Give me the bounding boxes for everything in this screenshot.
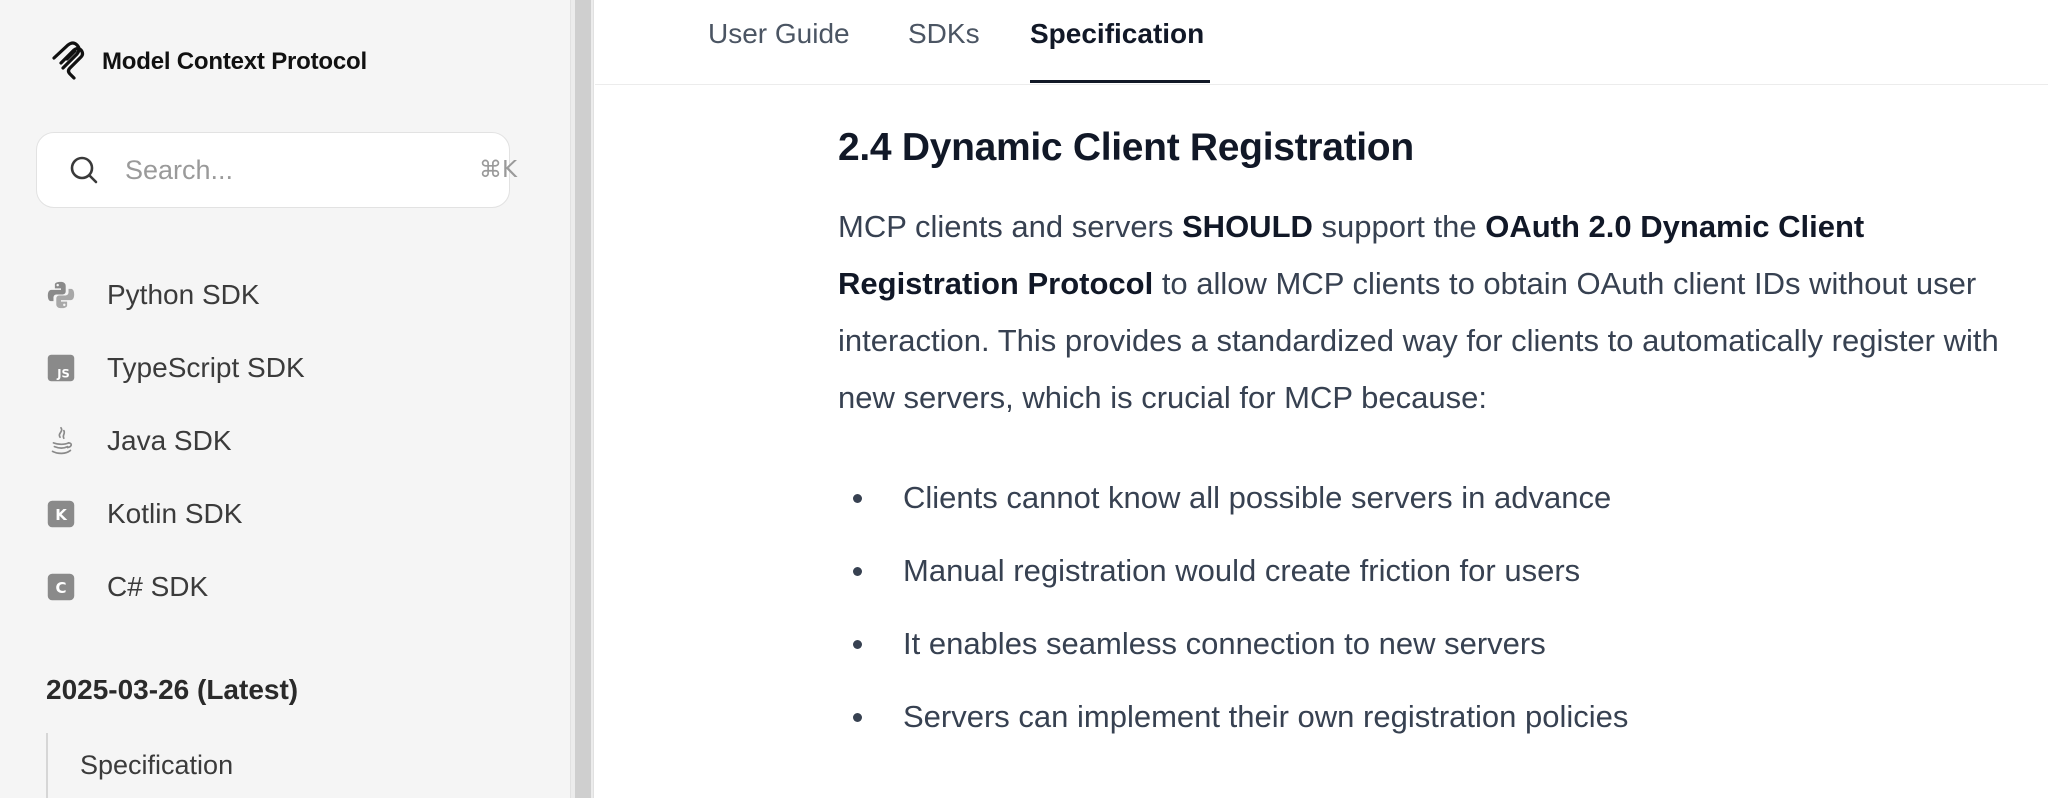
sidebar-item-typescript-sdk[interactable]: JS TypeScript SDK xyxy=(44,331,305,404)
search-box[interactable]: ⌘K xyxy=(36,132,517,208)
search-shortcut: ⌘K xyxy=(479,157,518,183)
tab-specification[interactable]: Specification xyxy=(1030,18,1204,50)
svg-text:JS: JS xyxy=(56,366,70,380)
csharp-icon: C xyxy=(44,570,78,604)
list-item: Clients cannot know all possible servers… xyxy=(838,474,2018,547)
sidebar-item-label: Python SDK xyxy=(107,278,260,310)
list-item: Manual registration would create frictio… xyxy=(838,547,2018,620)
kotlin-icon: K xyxy=(44,497,78,531)
logo[interactable]: Model Context Protocol xyxy=(48,40,367,84)
search-icon xyxy=(70,156,98,184)
sidebar-item-specification[interactable]: Specification xyxy=(80,750,233,781)
search-input[interactable] xyxy=(125,154,479,186)
para-text: support the xyxy=(1312,209,1486,244)
section-heading: 2.4 Dynamic Client Registration xyxy=(838,126,1414,169)
section-indent-line xyxy=(46,733,48,798)
top-nav: User Guide SDKs Specification xyxy=(595,0,2048,85)
reasons-list: Clients cannot know all possible servers… xyxy=(838,474,2018,766)
intro-paragraph: MCP clients and servers SHOULD support t… xyxy=(838,198,2018,426)
sidebar-item-java-sdk[interactable]: Java SDK xyxy=(44,404,305,477)
python-icon xyxy=(44,278,78,312)
main-content: 2.4 Dynamic Client Registration MCP clie… xyxy=(838,126,2018,734)
list-item: Servers can implement their own registra… xyxy=(838,693,2018,766)
sidebar-item-label: TypeScript SDK xyxy=(107,351,305,383)
sidebar-item-python-sdk[interactable]: Python SDK xyxy=(44,258,305,331)
list-item: It enables seamless connection to new se… xyxy=(838,620,2018,693)
sidebar-item-label: Kotlin SDK xyxy=(107,497,243,529)
tab-user-guide[interactable]: User Guide xyxy=(708,18,850,50)
sidebar-item-csharp-sdk[interactable]: C C# SDK xyxy=(44,550,305,623)
sdk-nav: Python SDK JS TypeScript SDK Java SDK K … xyxy=(44,258,305,623)
svg-text:C: C xyxy=(55,579,66,597)
sidebar-scrollbar[interactable] xyxy=(570,0,594,798)
sidebar-item-kotlin-sdk[interactable]: K Kotlin SDK xyxy=(44,477,305,550)
scrollbar-thumb[interactable] xyxy=(575,0,591,798)
typescript-js-icon: JS xyxy=(44,351,78,385)
java-icon xyxy=(44,424,78,458)
sidebar-item-label: C# SDK xyxy=(107,570,209,602)
logo-text: Model Context Protocol xyxy=(102,48,367,75)
sidebar-item-label: Java SDK xyxy=(107,424,232,456)
para-bold-should: SHOULD xyxy=(1182,209,1313,244)
sidebar: Model Context Protocol ⌘K Python SDK xyxy=(0,0,570,798)
svg-text:K: K xyxy=(55,506,68,524)
tab-sdks[interactable]: SDKs xyxy=(908,18,980,50)
mcp-logo-icon xyxy=(52,41,85,80)
version-section-title: 2025-03-26 (Latest) xyxy=(46,674,299,705)
para-text: MCP clients and servers xyxy=(838,209,1182,244)
active-tab-indicator xyxy=(1030,80,1210,83)
